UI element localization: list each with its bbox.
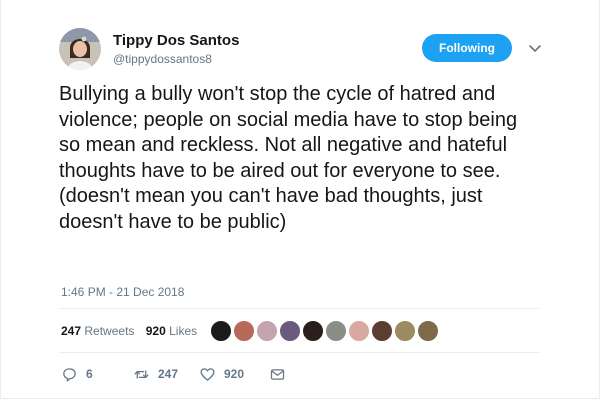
divider bbox=[59, 308, 539, 309]
liker-avatar[interactable] bbox=[302, 320, 324, 342]
tweet-text: Bullying a bully won't stop the cycle of… bbox=[59, 83, 518, 233]
reply-button[interactable]: 6 bbox=[61, 364, 93, 384]
likes-label: Likes bbox=[169, 324, 198, 338]
direct-message-button[interactable] bbox=[269, 364, 286, 384]
divider bbox=[59, 352, 539, 353]
tweet-card: Tippy Dos Santos @tippydossantos8 Follow… bbox=[0, 0, 600, 399]
avatar[interactable] bbox=[59, 28, 101, 70]
retweets-count: 247 bbox=[61, 324, 82, 338]
user-name[interactable]: Tippy Dos Santos bbox=[113, 32, 239, 49]
liker-avatar[interactable] bbox=[348, 320, 370, 342]
user-handle[interactable]: @tippydossantos8 bbox=[113, 52, 212, 66]
retweets-stat[interactable]: 247 Retweets bbox=[61, 324, 134, 338]
retweets-label: Retweets bbox=[84, 324, 135, 338]
reply-icon bbox=[63, 367, 76, 382]
retweet-button[interactable]: 247 bbox=[133, 364, 178, 384]
heart-icon bbox=[200, 367, 215, 381]
retweet-icon bbox=[134, 369, 149, 379]
following-button[interactable]: Following bbox=[422, 34, 512, 62]
liker-avatar[interactable] bbox=[417, 320, 439, 342]
likes-count: 920 bbox=[145, 324, 166, 338]
like-count: 920 bbox=[224, 367, 245, 381]
chevron-down-icon[interactable] bbox=[527, 40, 543, 56]
liker-avatar[interactable] bbox=[325, 320, 347, 342]
likes-stat[interactable]: 920 Likes bbox=[146, 324, 197, 338]
reply-count: 6 bbox=[86, 367, 93, 381]
liker-avatar[interactable] bbox=[279, 320, 301, 342]
like-button[interactable]: 920 bbox=[199, 364, 244, 384]
liker-avatar[interactable] bbox=[233, 320, 255, 342]
liker-avatar[interactable] bbox=[210, 320, 232, 342]
liker-avatar[interactable] bbox=[256, 320, 278, 342]
retweet-count: 247 bbox=[158, 367, 179, 381]
message-icon bbox=[270, 368, 285, 380]
tweet-timestamp[interactable]: 1:46 PM - 21 Dec 2018 bbox=[61, 285, 184, 299]
liker-avatar[interactable] bbox=[394, 320, 416, 342]
tweet-stats: 247 Retweets 920 Likes bbox=[61, 324, 205, 338]
liker-avatar[interactable] bbox=[371, 320, 393, 342]
